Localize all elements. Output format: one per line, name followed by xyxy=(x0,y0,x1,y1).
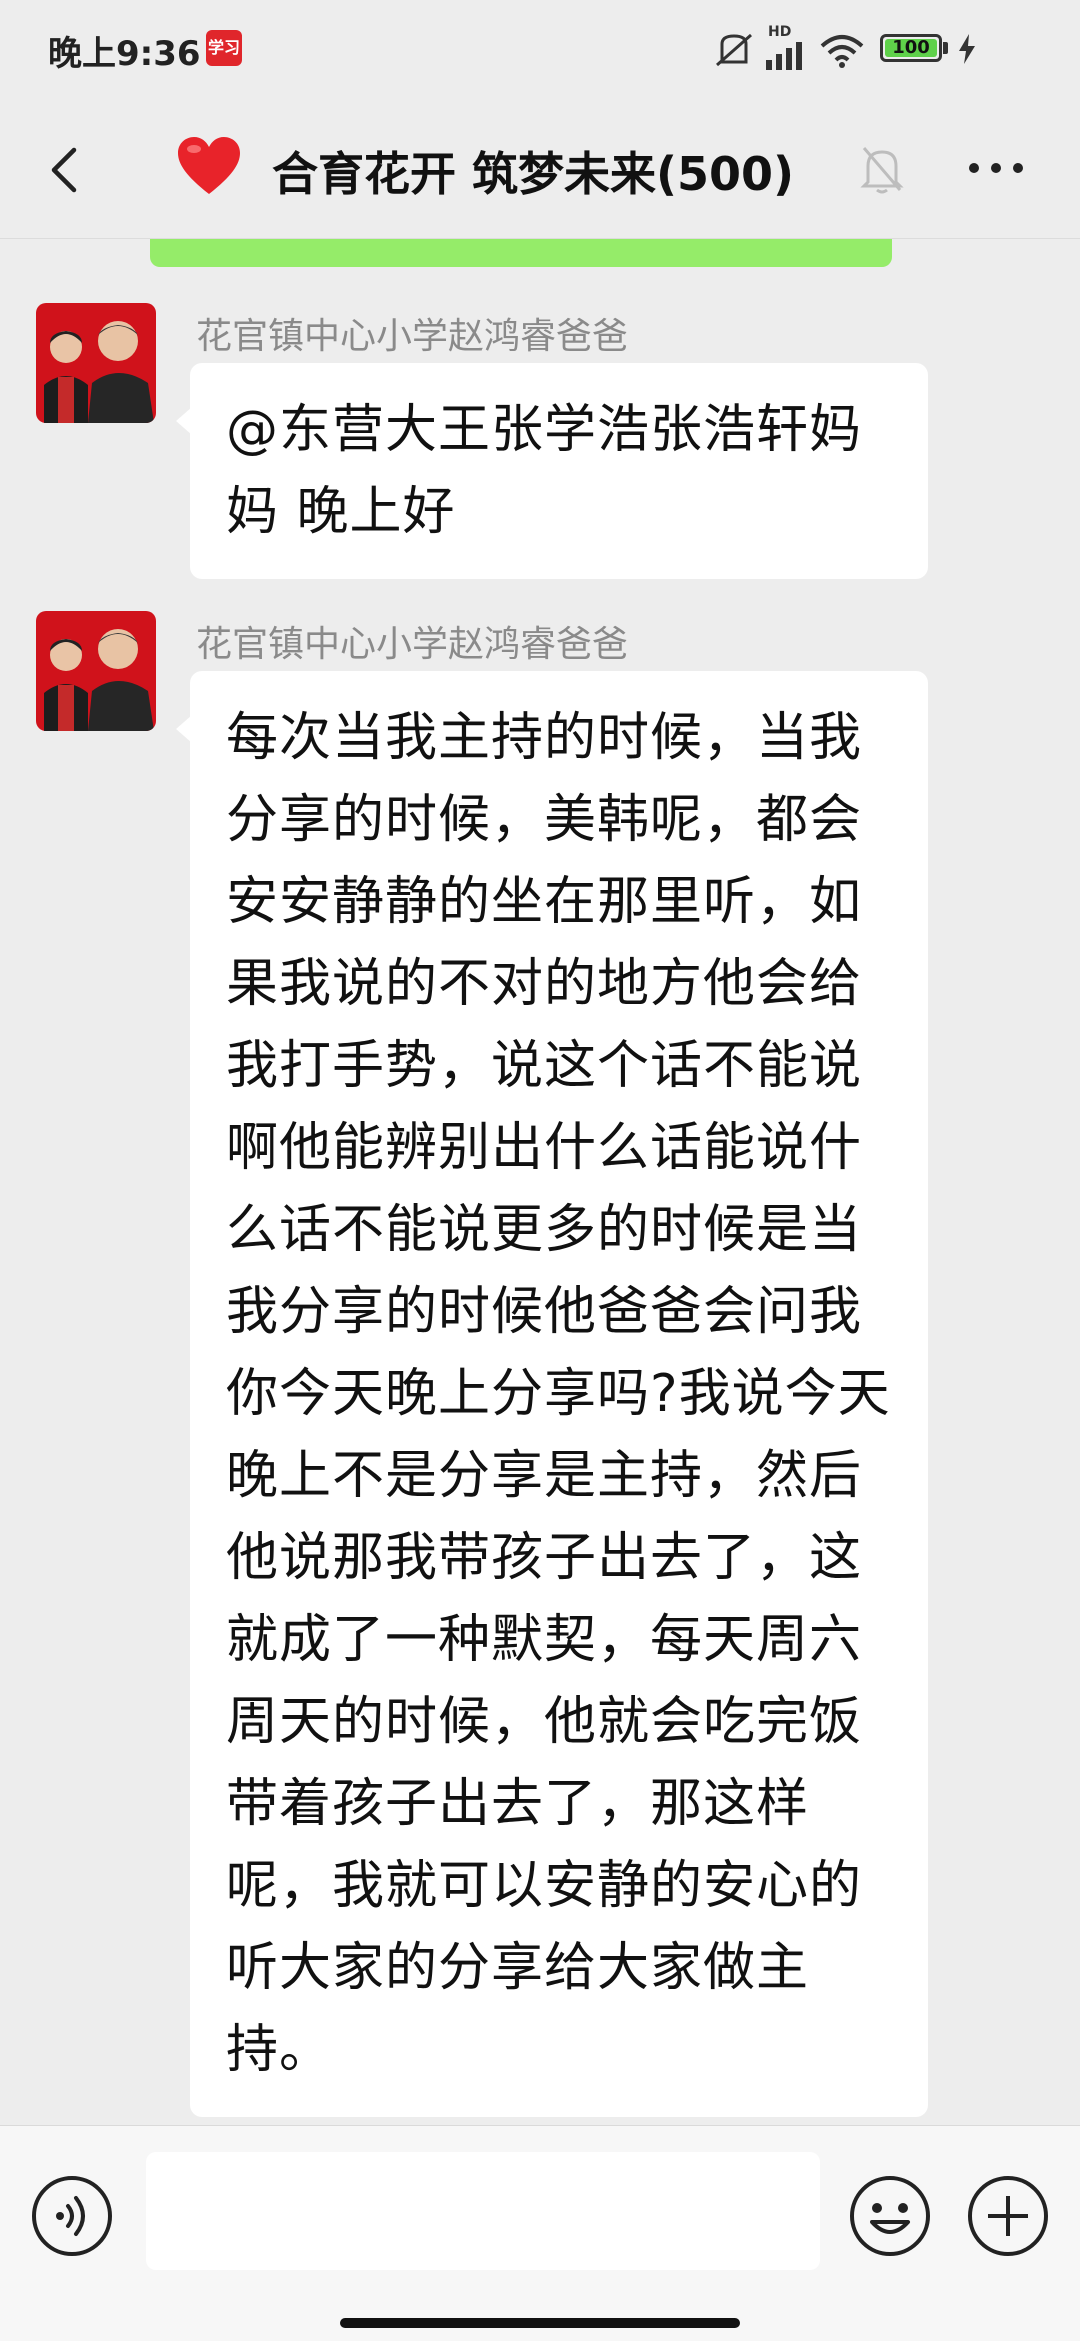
group-title: 合育花开 筑梦未来(500) xyxy=(272,147,795,201)
heart-icon xyxy=(178,137,240,194)
plus-icon xyxy=(968,2176,1048,2256)
chevron-left-icon xyxy=(51,147,77,193)
more-icon xyxy=(969,163,1023,173)
avatar[interactable] xyxy=(36,303,156,423)
home-indicator[interactable] xyxy=(340,2318,740,2328)
chat-header: 合育花开 筑梦未来(500) xyxy=(0,100,1080,239)
message-bubble[interactable]: @东营大王张学浩张浩轩妈妈 晚上好 xyxy=(176,363,928,579)
battery-icon: 100 xyxy=(880,34,942,62)
avatar[interactable] xyxy=(36,611,156,731)
more-functions-button[interactable] xyxy=(966,2174,1050,2258)
sender-name: 花官镇中心小学赵鸿睿爸爸 xyxy=(196,316,629,357)
back-button[interactable] xyxy=(36,138,100,202)
message-bubble[interactable]: 每次当我主持的时候，当我分享的时候，美韩呢，都会安安静静的坐在那里听，如果我说的… xyxy=(176,671,928,2117)
status-icons: HD 100 xyxy=(714,24,1044,70)
emoji-button[interactable] xyxy=(848,2174,932,2258)
message-list[interactable]: 花官镇中心小学赵鸿睿爸爸 @东营大王张学浩张浩轩妈妈 晚上好 花官镇中心小学赵鸿… xyxy=(0,239,1080,2125)
voice-button[interactable] xyxy=(30,2174,114,2258)
input-bar xyxy=(0,2125,1080,2341)
emoji-icon xyxy=(850,2176,930,2256)
previous-message-bubble xyxy=(150,239,892,267)
charging-icon xyxy=(959,34,975,64)
bell-off-icon xyxy=(860,147,904,194)
vibrate-off-icon xyxy=(716,33,752,67)
status-time: 晚上9:36 xyxy=(48,34,201,74)
signal-icon xyxy=(766,42,802,70)
app-notification-icon: 学习 xyxy=(206,30,242,66)
wifi-icon xyxy=(820,35,864,68)
voice-icon xyxy=(56,2196,85,2236)
sender-name: 花官镇中心小学赵鸿睿爸爸 xyxy=(196,624,629,665)
message-input[interactable] xyxy=(146,2152,820,2270)
more-button[interactable] xyxy=(960,146,1032,190)
network-type-label: HD xyxy=(768,24,792,40)
battery-level: 100 xyxy=(892,37,930,58)
status-bar: 晚上9:36 学习 HD 100 xyxy=(0,0,1080,100)
